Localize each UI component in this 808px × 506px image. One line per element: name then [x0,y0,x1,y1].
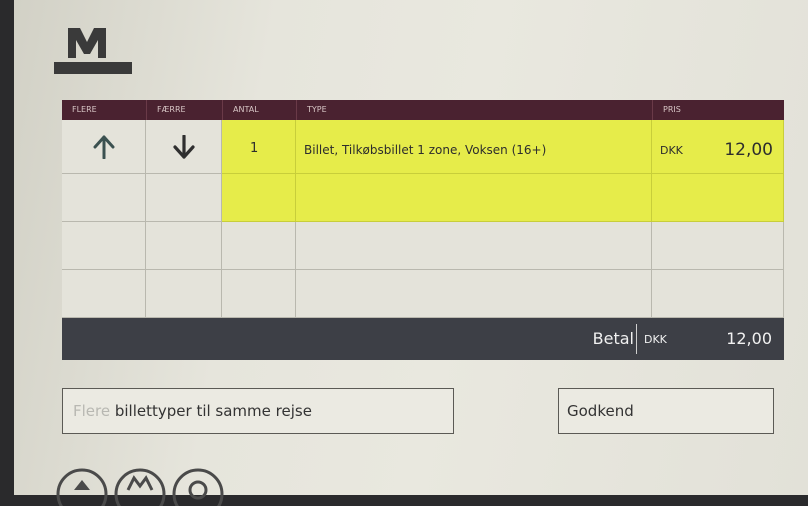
empty-cell [146,174,222,222]
row-antal: 1 [222,120,296,174]
empty-cell [146,222,222,270]
arrow-down-icon [172,134,195,159]
increase-button[interactable] [62,120,146,174]
cancel-circle-icon[interactable] [172,468,224,506]
empty-cell [296,174,652,222]
back-circle-icon[interactable] [56,468,108,506]
header-pris: PRIS [652,100,784,120]
empty-cell [222,174,296,222]
decrease-button[interactable] [146,120,222,174]
home-circle-icon[interactable] [114,468,166,506]
empty-cell [296,270,652,318]
empty-cell [652,222,784,270]
empty-cell [222,222,296,270]
total-currency: DKK [644,333,667,346]
header-antal: ANTAL [222,100,296,120]
metro-logo [54,28,132,74]
row-price-cell: DKK 12,00 [652,120,784,174]
header-type: TYPE [296,100,652,120]
empty-cell [146,270,222,318]
empty-cell [62,270,146,318]
header-flere: FLERE [62,100,146,120]
more-types-text: billettyper til samme rejse [110,402,312,420]
row-price: 12,00 [724,140,773,160]
row-type: Billet, Tilkøbsbillet 1 zone, Voksen (16… [296,120,652,174]
arrow-up-icon [93,135,114,159]
total-bar: Betal DKK 12,00 [62,318,784,360]
total-separator [636,324,637,354]
more-types-dim-text: Flere [73,402,111,420]
empty-cell [296,222,652,270]
more-ticket-types-button[interactable]: Flere billettyper til samme rejse [62,388,454,434]
row-currency: DKK [660,144,683,157]
empty-cell [62,174,146,222]
header-faerre: FÆRRE [146,100,222,120]
total-amount: 12,00 [726,329,772,348]
empty-cell [652,174,784,222]
empty-cell [652,270,784,318]
approve-button[interactable]: Godkend [558,388,774,434]
bottom-round-buttons [56,468,224,506]
total-label: Betal [592,329,634,348]
empty-cell [62,222,146,270]
empty-cell [222,270,296,318]
ticket-screen: FLERE FÆRRE ANTAL TYPE PRIS 1 Billet, Ti… [14,0,808,506]
